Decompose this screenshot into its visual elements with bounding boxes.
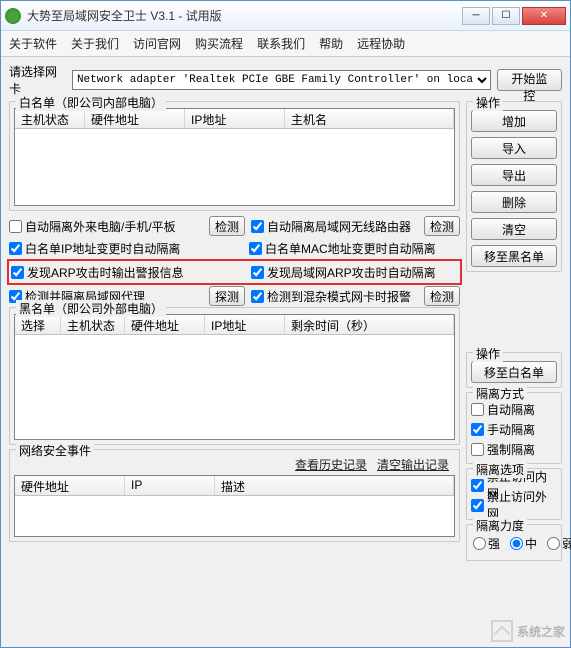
move-white-button[interactable]: 移至白名单: [471, 361, 557, 383]
radio-strong-wrap[interactable]: 强: [473, 535, 500, 552]
events-title: 网络安全事件: [16, 442, 94, 459]
th-bl-mac[interactable]: 硬件地址: [125, 315, 205, 334]
menu-help[interactable]: 帮助: [319, 35, 343, 52]
add-button[interactable]: 增加: [471, 110, 557, 132]
iso-strength-group: 隔离力度 强 中 弱: [466, 524, 562, 561]
check-iso-auto[interactable]: [471, 403, 484, 416]
clear-output-link[interactable]: 清空输出记录: [377, 456, 449, 473]
iso-opt-group: 隔离选项 禁止访问内网 禁止访问外网: [466, 468, 562, 520]
menu-purchase[interactable]: 购买流程: [195, 35, 243, 52]
start-monitor-button[interactable]: 开始监控: [497, 69, 562, 91]
check-whitelist-ip-change[interactable]: [9, 242, 22, 255]
blacklist-group: 黑名单（即公司外部电脑） 选择 主机状态 硬件地址 IP地址 剩余时间（秒）: [9, 307, 460, 445]
label-isolate-wireless-router: 自动隔离局域网无线路由器: [267, 218, 411, 235]
th-bl-remain[interactable]: 剩余时间（秒）: [285, 315, 454, 334]
iso-strength-title: 隔离力度: [473, 517, 527, 534]
move-black-button[interactable]: 移至黑名单: [471, 245, 557, 267]
th-ev-ip[interactable]: IP: [125, 476, 215, 495]
ops-group-1: 操作 增加 导入 导出 删除 清空 移至黑名单: [466, 101, 562, 272]
clear-button[interactable]: 清空: [471, 218, 557, 240]
menu-remote[interactable]: 远程协助: [357, 35, 405, 52]
menubar: 关于软件 关于我们 访问官网 购买流程 联系我们 帮助 远程协助: [1, 31, 570, 57]
th-ev-desc[interactable]: 描述: [215, 476, 454, 495]
check-deny-in[interactable]: [471, 479, 484, 492]
whitelist-title: 白名单（即公司内部电脑）: [16, 94, 166, 111]
ops-title-1: 操作: [473, 94, 503, 111]
th-host-status[interactable]: 主机状态: [15, 109, 85, 128]
events-group: 网络安全事件 查看历史记录 清空输出记录 硬件地址 IP 描述: [9, 449, 460, 542]
detect-button-1[interactable]: 检测: [209, 216, 245, 236]
detect-button-2[interactable]: 检测: [424, 216, 460, 236]
blacklist-body[interactable]: [15, 335, 454, 439]
th-select[interactable]: 选择: [15, 315, 61, 334]
ops-group-2: 操作 移至白名单: [466, 352, 562, 388]
maximize-button[interactable]: ☐: [492, 7, 520, 25]
delete-button[interactable]: 删除: [471, 191, 557, 213]
check-promisc-nic[interactable]: [251, 290, 264, 303]
radio-mid[interactable]: [510, 537, 523, 550]
watermark-icon: [491, 620, 513, 642]
titlebar: 大势至局域网安全卫士 V3.1 - 试用版 ─ ☐ ✕: [1, 1, 570, 31]
th-ev-mac[interactable]: 硬件地址: [15, 476, 125, 495]
check-arp-auto-isolate[interactable]: [251, 266, 264, 279]
check-arp-alert[interactable]: [11, 266, 24, 279]
label-iso-force: 强制隔离: [487, 441, 535, 458]
minimize-button[interactable]: ─: [462, 7, 490, 25]
th-bl-status[interactable]: 主机状态: [61, 315, 125, 334]
th-bl-ip[interactable]: IP地址: [205, 315, 285, 334]
radio-strong[interactable]: [473, 537, 486, 550]
label-promisc-nic: 检测到混杂模式网卡时报警: [267, 288, 411, 305]
export-button[interactable]: 导出: [471, 164, 557, 186]
adapter-label: 请选择网卡: [9, 63, 68, 97]
iso-opt-title: 隔离选项: [473, 461, 527, 478]
label-arp-auto-isolate: 发现局域网ARP攻击时自动隔离: [267, 264, 436, 281]
menu-contact[interactable]: 联系我们: [257, 35, 305, 52]
check-iso-manual[interactable]: [471, 423, 484, 436]
label-whitelist-ip-change: 白名单IP地址变更时自动隔离: [25, 240, 180, 257]
detect-button-3[interactable]: 检测: [424, 286, 460, 306]
probe-button[interactable]: 探测: [209, 286, 245, 306]
window-title: 大势至局域网安全卫士 V3.1 - 试用版: [27, 7, 462, 24]
events-table: 硬件地址 IP 描述: [14, 475, 455, 537]
ops-title-2: 操作: [473, 345, 503, 362]
radio-weak-wrap[interactable]: 弱: [547, 535, 571, 552]
label-arp-alert: 发现ARP攻击时输出警报信息: [27, 264, 184, 281]
app-icon: [5, 8, 21, 24]
iso-mode-title: 隔离方式: [473, 385, 527, 402]
blacklist-table: 选择 主机状态 硬件地址 IP地址 剩余时间（秒）: [14, 314, 455, 440]
radio-weak[interactable]: [547, 537, 560, 550]
menu-about-software[interactable]: 关于软件: [9, 35, 57, 52]
close-button[interactable]: ✕: [522, 7, 566, 25]
events-body[interactable]: [15, 496, 454, 536]
th-hostname[interactable]: 主机名: [285, 109, 454, 128]
label-auto-isolate-foreign: 自动隔离外来电脑/手机/平板: [25, 218, 176, 235]
whitelist-table: 主机状态 硬件地址 IP地址 主机名: [14, 108, 455, 206]
whitelist-group: 白名单（即公司内部电脑） 主机状态 硬件地址 IP地址 主机名: [9, 101, 460, 211]
radio-mid-wrap[interactable]: 中: [510, 535, 537, 552]
view-history-link[interactable]: 查看历史记录: [295, 456, 367, 473]
blacklist-title: 黑名单（即公司外部电脑）: [16, 300, 166, 317]
import-button[interactable]: 导入: [471, 137, 557, 159]
check-iso-force[interactable]: [471, 443, 484, 456]
adapter-select[interactable]: Network adapter 'Realtek PCIe GBE Family…: [72, 70, 491, 90]
iso-mode-group: 隔离方式 自动隔离 手动隔离 强制隔离: [466, 392, 562, 464]
check-whitelist-mac-change[interactable]: [249, 242, 262, 255]
label-whitelist-mac-change: 白名单MAC地址变更时自动隔离: [265, 240, 436, 257]
check-isolate-wireless-router[interactable]: [251, 220, 264, 233]
th-mac[interactable]: 硬件地址: [85, 109, 185, 128]
th-ip[interactable]: IP地址: [185, 109, 285, 128]
label-iso-manual: 手动隔离: [487, 421, 535, 438]
whitelist-body[interactable]: [15, 129, 454, 205]
check-auto-isolate-foreign[interactable]: [9, 220, 22, 233]
watermark: 系统之家: [491, 620, 565, 642]
menu-about-us[interactable]: 关于我们: [71, 35, 119, 52]
menu-website[interactable]: 访问官网: [133, 35, 181, 52]
label-iso-auto: 自动隔离: [487, 401, 535, 418]
check-deny-out[interactable]: [471, 499, 484, 512]
